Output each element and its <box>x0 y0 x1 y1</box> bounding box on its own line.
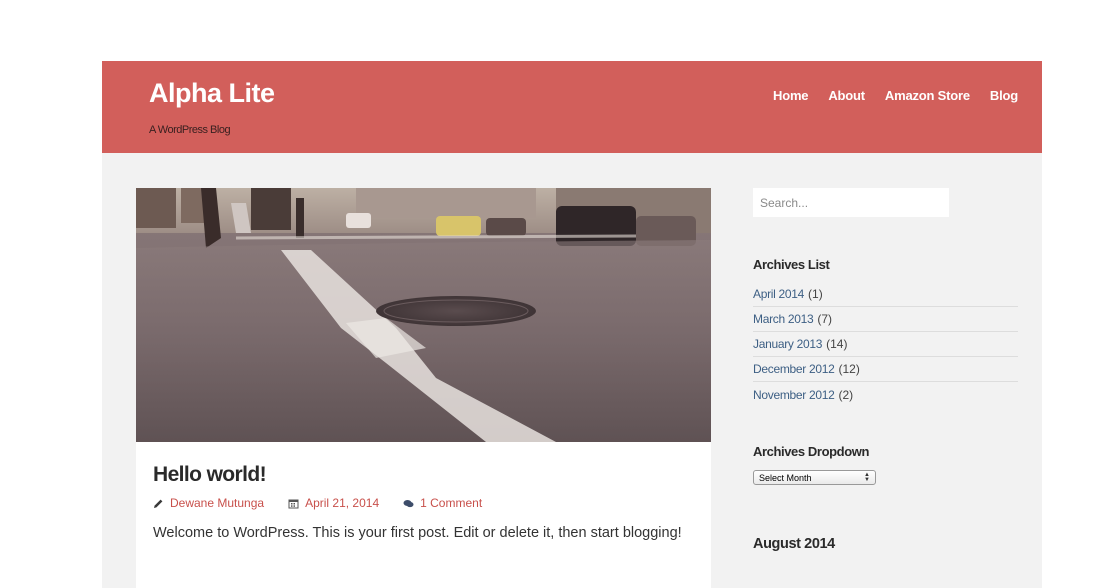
archive-link[interactable]: November 2012 <box>753 388 835 402</box>
post-date[interactable]: April 21, 2014 <box>288 496 379 510</box>
nav-item-about[interactable]: About <box>828 88 865 103</box>
archives-month-select-value: Select Month <box>759 472 812 483</box>
site-title[interactable]: Alpha Lite <box>149 78 275 109</box>
main-nav: Home About Amazon Store Blog <box>773 88 1018 103</box>
post-title[interactable]: Hello world! <box>153 463 267 487</box>
page: Alpha Lite A WordPress Blog Home About A… <box>0 0 1109 588</box>
list-item: December 2012 (12) <box>753 357 1018 382</box>
pencil-icon <box>153 498 164 509</box>
select-arrows-icon: ▲ ▼ <box>864 471 870 483</box>
archive-count: (1) <box>808 287 823 301</box>
post-featured-image[interactable] <box>136 188 711 442</box>
archives-month-select[interactable]: Select Month ▲ ▼ <box>753 470 876 485</box>
list-item: March 2013 (7) <box>753 307 1018 332</box>
archive-link[interactable]: January 2013 <box>753 337 822 351</box>
list-item: January 2013 (14) <box>753 332 1018 357</box>
nav-item-blog[interactable]: Blog <box>990 88 1018 103</box>
calendar-title: August 2014 <box>753 536 835 552</box>
post-author-name: Dewane Mutunga <box>170 496 265 510</box>
archive-count: (7) <box>817 312 833 326</box>
search-input[interactable] <box>753 188 949 217</box>
archive-link[interactable]: March 2013 <box>753 312 814 326</box>
archive-link[interactable]: December 2012 <box>753 362 835 376</box>
list-item: April 2014 (1) <box>753 282 1018 307</box>
site-description: A WordPress Blog <box>149 124 231 136</box>
nav-item-home[interactable]: Home <box>773 88 809 103</box>
archives-list-title: Archives List <box>753 257 830 272</box>
archive-count: (14) <box>826 337 848 351</box>
archive-count: (12) <box>838 362 860 376</box>
post-comments-text: 1 Comment <box>420 496 483 510</box>
archives-dropdown-title: Archives Dropdown <box>753 444 869 459</box>
archives-list: April 2014 (1) March 2013 (7) January 20… <box>753 282 1018 407</box>
site-header: Alpha Lite A WordPress Blog Home About A… <box>102 61 1042 153</box>
archive-link[interactable]: April 2014 <box>753 287 804 301</box>
post-card: Hello world! Dewane Mutunga April 21, 20… <box>136 188 711 588</box>
archive-count: (2) <box>838 387 854 402</box>
post-author[interactable]: Dewane Mutunga <box>153 496 264 510</box>
post-comments[interactable]: 1 Comment <box>403 496 482 510</box>
post-excerpt: Welcome to WordPress. This is your first… <box>153 525 682 541</box>
nav-item-amazon-store[interactable]: Amazon Store <box>885 88 970 103</box>
content-area: Hello world! Dewane Mutunga April 21, 20… <box>102 153 1042 588</box>
calendar-icon <box>288 498 299 509</box>
list-item: November 2012 (2) <box>753 382 1018 407</box>
comments-icon <box>403 498 414 509</box>
post-meta: Dewane Mutunga April 21, 2014 1 Comment <box>153 496 506 510</box>
post-date-text: April 21, 2014 <box>305 496 380 510</box>
